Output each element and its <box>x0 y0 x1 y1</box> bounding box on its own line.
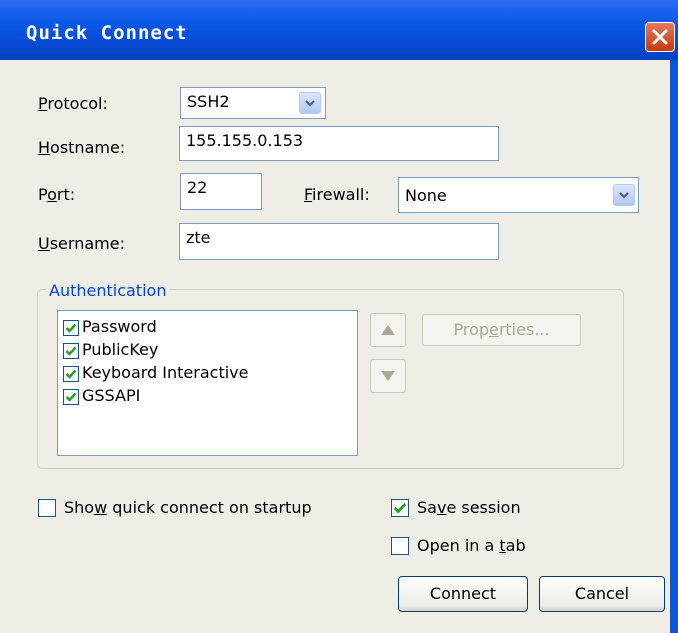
close-button[interactable] <box>645 22 675 52</box>
connect-button[interactable]: Connect <box>398 576 528 612</box>
port-value: 22 <box>187 178 208 197</box>
triangle-up-icon <box>381 325 395 335</box>
chevron-down-icon <box>619 192 629 199</box>
window-title: Quick Connect <box>26 22 188 44</box>
protocol-select[interactable]: SSH2 <box>180 87 326 119</box>
move-up-button[interactable] <box>370 313 406 347</box>
firewall-dropdown-button[interactable] <box>613 184 635 206</box>
port-input[interactable]: 22 <box>180 173 262 210</box>
quick-connect-dialog: Quick Connect Protocol: SSH2 Hostname: 1… <box>0 0 678 633</box>
check-icon <box>65 392 77 402</box>
hostname-input[interactable]: 155.155.0.153 <box>179 126 499 161</box>
authentication-methods-list[interactable]: Password PublicKey Keyboard Interactive … <box>57 310 358 456</box>
cancel-button[interactable]: Cancel <box>539 576 665 612</box>
auth-method-checkbox[interactable] <box>63 343 79 359</box>
show-quick-connect-checkbox[interactable] <box>38 499 56 517</box>
username-label: Username: <box>38 234 125 253</box>
auth-method-label: Password <box>82 317 157 336</box>
open-in-tab-label: Open in a tab <box>417 536 526 555</box>
open-in-tab-checkbox[interactable] <box>391 537 409 555</box>
auth-method-checkbox[interactable] <box>63 389 79 405</box>
username-value: zte <box>186 228 211 247</box>
authentication-group-title: Authentication <box>46 281 170 300</box>
chevron-down-icon <box>305 100 315 107</box>
hostname-value: 155.155.0.153 <box>186 131 304 150</box>
save-session-checkbox[interactable] <box>391 499 409 517</box>
auth-method-checkbox[interactable] <box>63 366 79 382</box>
auth-method-label: GSSAPI <box>82 386 141 405</box>
window-border <box>670 60 678 633</box>
username-input[interactable]: zte <box>179 223 499 260</box>
title-bar[interactable]: Quick Connect <box>0 0 678 60</box>
save-session-label: Save session <box>417 498 521 517</box>
close-icon <box>652 29 668 45</box>
check-icon <box>65 346 77 356</box>
protocol-dropdown-button[interactable] <box>299 92 321 114</box>
port-label: Port: <box>38 185 76 204</box>
check-icon <box>393 502 407 514</box>
protocol-value: SSH2 <box>187 92 230 111</box>
triangle-down-icon <box>381 371 395 381</box>
firewall-label: Firewall: <box>304 185 370 204</box>
auth-method-label: Keyboard Interactive <box>82 363 249 382</box>
check-icon <box>65 323 77 333</box>
move-down-button[interactable] <box>370 359 406 393</box>
protocol-label: Protocol: <box>38 94 108 113</box>
hostname-label: Hostname: <box>38 138 126 157</box>
auth-method-checkbox[interactable] <box>63 320 79 336</box>
properties-button[interactable]: Properties... <box>422 314 581 346</box>
auth-method-label: PublicKey <box>82 340 159 359</box>
firewall-value: None <box>405 186 447 205</box>
check-icon <box>65 369 77 379</box>
show-quick-connect-label: Show quick connect on startup <box>64 498 312 517</box>
firewall-select[interactable]: None <box>398 177 639 213</box>
